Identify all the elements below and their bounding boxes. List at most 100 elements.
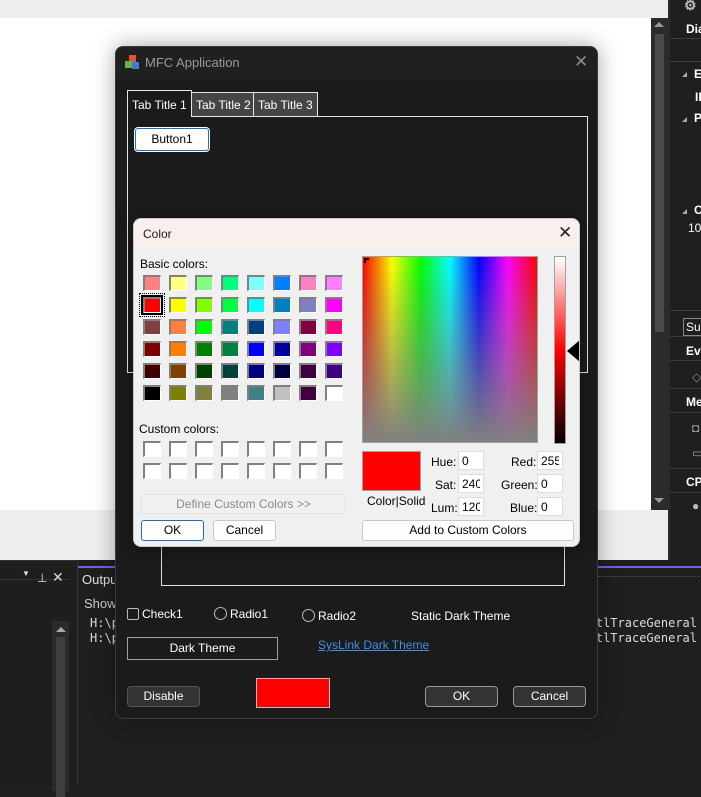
basic-color-swatch[interactable]	[273, 297, 291, 313]
color-picker-button[interactable]	[256, 678, 330, 708]
basic-color-swatch[interactable]	[195, 363, 213, 379]
expand-icon[interactable]	[682, 209, 687, 214]
basic-color-swatch[interactable]	[325, 341, 343, 357]
custom-color-swatch[interactable]	[299, 441, 317, 457]
pin-icon[interactable]: ⊥	[37, 571, 47, 585]
button1[interactable]: Button1	[134, 127, 210, 152]
basic-color-swatch[interactable]	[273, 385, 291, 401]
basic-color-swatch[interactable]	[143, 385, 161, 401]
color-cancel-button[interactable]: Cancel	[213, 520, 276, 541]
panel-group[interactable]: C	[694, 203, 701, 217]
basic-color-swatch[interactable]	[143, 319, 161, 335]
blue-input[interactable]	[537, 497, 563, 516]
basic-color-swatch[interactable]	[195, 385, 213, 401]
basic-color-swatch[interactable]	[247, 363, 265, 379]
radio1[interactable]: Radio1	[214, 607, 268, 621]
basic-color-swatch[interactable]	[273, 363, 291, 379]
basic-color-swatch[interactable]	[247, 385, 265, 401]
panel-group[interactable]: Pr	[694, 111, 701, 125]
basic-color-swatch[interactable]	[221, 363, 239, 379]
basic-color-swatch[interactable]	[169, 385, 187, 401]
custom-color-swatch[interactable]	[195, 441, 213, 457]
custom-color-swatch[interactable]	[169, 441, 187, 457]
custom-color-swatch[interactable]	[195, 463, 213, 479]
custom-color-swatch[interactable]	[247, 441, 265, 457]
basic-color-swatch[interactable]	[169, 341, 187, 357]
lum-input[interactable]	[458, 497, 484, 516]
close-icon[interactable]: ✕	[574, 53, 588, 71]
basic-color-swatch[interactable]	[169, 319, 187, 335]
radio2[interactable]: Radio2	[302, 609, 356, 623]
panel-item[interactable]: II	[695, 90, 701, 104]
radio-circle[interactable]	[302, 609, 315, 622]
syslink-dark-theme-link[interactable]: SysLink Dark Theme	[318, 638, 429, 652]
disable-button[interactable]: Disable	[127, 686, 200, 707]
basic-color-swatch[interactable]	[195, 275, 213, 291]
custom-color-swatch[interactable]	[143, 441, 161, 457]
color-spectrum[interactable]	[362, 256, 538, 443]
basic-color-swatch[interactable]	[169, 297, 187, 313]
sat-input[interactable]	[458, 474, 484, 493]
basic-color-swatch[interactable]	[169, 275, 187, 291]
expand-icon[interactable]	[682, 117, 687, 122]
basic-color-swatch[interactable]	[299, 319, 317, 335]
basic-color-swatch[interactable]	[221, 297, 239, 313]
pane-scrollbar[interactable]	[52, 621, 69, 797]
red-input[interactable]	[537, 451, 563, 470]
basic-color-swatch[interactable]	[247, 319, 265, 335]
custom-color-swatch[interactable]	[169, 463, 187, 479]
crosshair-icon[interactable]	[364, 258, 369, 263]
basic-color-swatch[interactable]	[139, 293, 165, 317]
dropdown-icon[interactable]: ▼	[22, 569, 30, 578]
basic-color-swatch[interactable]	[325, 319, 343, 335]
custom-color-swatch[interactable]	[325, 463, 343, 479]
basic-color-swatch[interactable]	[325, 363, 343, 379]
custom-color-swatch[interactable]	[143, 463, 161, 479]
cancel-button[interactable]: Cancel	[513, 686, 586, 707]
basic-color-swatch[interactable]	[195, 341, 213, 357]
basic-color-swatch[interactable]	[247, 341, 265, 357]
scrollbar-thumb[interactable]	[655, 34, 664, 332]
tab-title-3[interactable]: Tab Title 3	[253, 92, 318, 117]
ok-button[interactable]: OK	[425, 686, 498, 707]
dark-theme-button[interactable]: Dark Theme	[127, 637, 278, 660]
basic-color-swatch[interactable]	[195, 319, 213, 335]
snapshot-icon[interactable]: ◘	[692, 421, 699, 435]
close-icon[interactable]: ✕	[52, 569, 64, 586]
basic-color-swatch[interactable]	[247, 297, 265, 313]
panel-group[interactable]: Ev	[694, 67, 701, 81]
scroll-up-icon[interactable]	[654, 22, 664, 27]
tab-title-2[interactable]: Tab Title 2	[191, 92, 256, 117]
custom-color-swatch[interactable]	[299, 463, 317, 479]
basic-color-swatch[interactable]	[143, 341, 161, 357]
color-ok-button[interactable]: OK	[141, 520, 204, 541]
basic-color-swatch[interactable]	[221, 341, 239, 357]
custom-color-swatch[interactable]	[247, 463, 265, 479]
basic-color-swatch[interactable]	[273, 319, 291, 335]
basic-color-swatch[interactable]	[325, 297, 343, 313]
add-to-custom-colors-button[interactable]: Add to Custom Colors	[362, 520, 574, 541]
scroll-up-icon[interactable]	[56, 627, 66, 632]
basic-color-swatch[interactable]	[221, 319, 239, 335]
scrollbar-thumb[interactable]	[56, 637, 65, 797]
basic-color-swatch[interactable]	[325, 275, 343, 291]
basic-color-swatch[interactable]	[273, 275, 291, 291]
expand-icon[interactable]	[682, 72, 687, 77]
custom-color-swatch[interactable]	[273, 441, 291, 457]
define-custom-colors-button[interactable]: Define Custom Colors >>	[141, 494, 346, 514]
tab-title-1[interactable]: Tab Title 1	[127, 90, 192, 117]
luminosity-bar[interactable]	[554, 256, 566, 444]
basic-color-swatch[interactable]	[143, 363, 161, 379]
chip-icon[interactable]: ▭	[692, 446, 701, 460]
gear-icon[interactable]: ⚙	[684, 0, 697, 14]
output-title[interactable]: Outpu	[82, 572, 117, 587]
color-dialog-titlebar[interactable]: Color ✕	[134, 219, 579, 249]
check1-checkbox[interactable]: Check1	[127, 607, 183, 621]
basic-color-swatch[interactable]	[299, 385, 317, 401]
basic-color-swatch[interactable]	[221, 385, 239, 401]
mfc-titlebar[interactable]: MFC Application ✕	[116, 47, 597, 79]
hue-input[interactable]	[458, 451, 484, 470]
basic-color-swatch[interactable]	[325, 385, 343, 401]
close-icon[interactable]: ✕	[558, 223, 572, 243]
basic-color-swatch[interactable]	[143, 275, 161, 291]
